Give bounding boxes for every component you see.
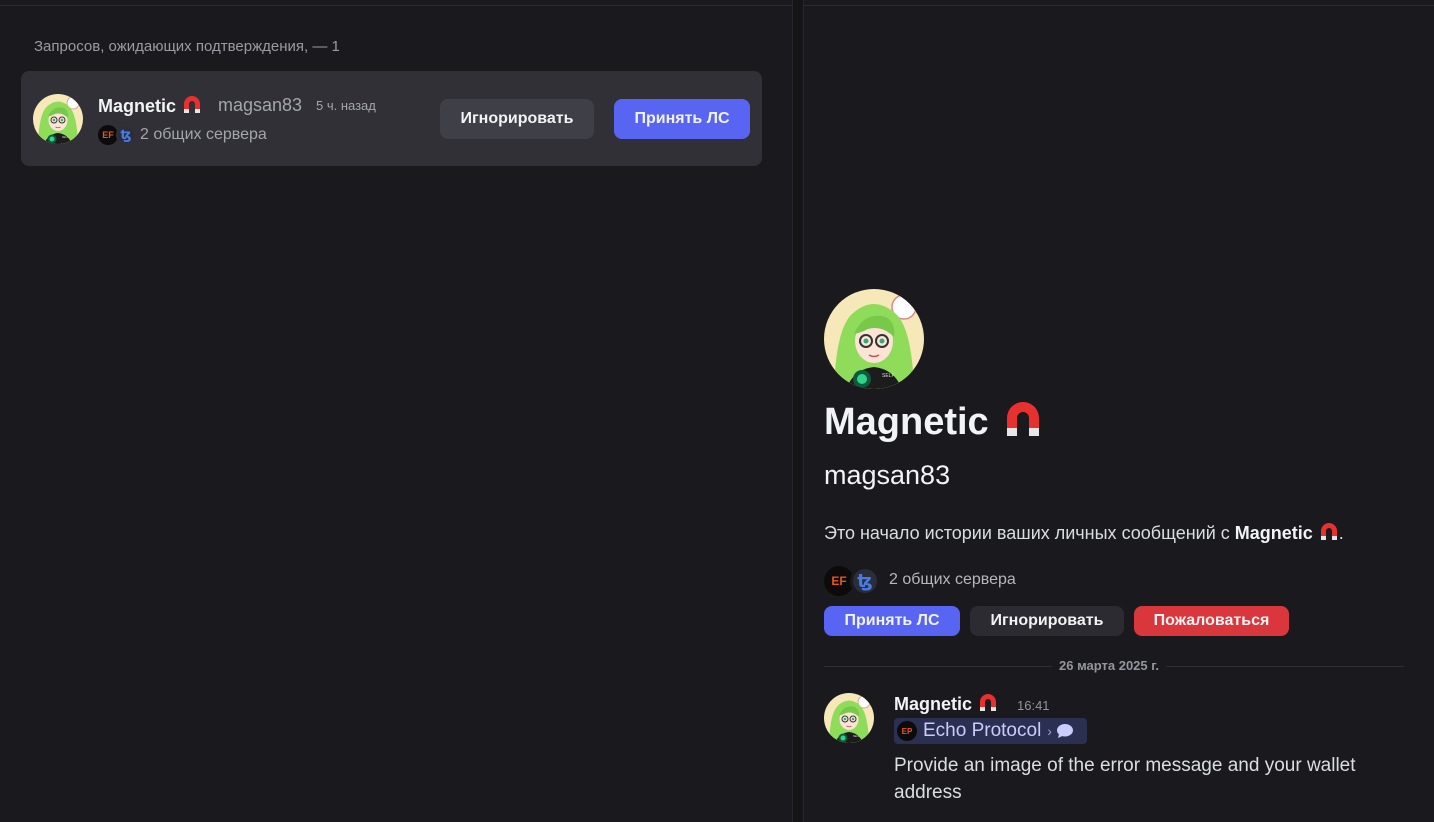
requests-section-title: Запросов, ожидающих подтверждения, — 1	[34, 38, 340, 55]
top-border-left	[0, 5, 792, 6]
panel-resize-handle[interactable]	[792, 0, 804, 822]
accept-dm-button[interactable]: Принять ЛС	[824, 606, 960, 636]
server-icon: ꜩ	[850, 566, 880, 596]
server-tag-label: Echo Protocol	[923, 720, 1042, 741]
message-content: Provide an image of the error message an…	[894, 755, 1356, 803]
mutual-servers-count: 2 общих сервера	[140, 126, 267, 143]
server-tag[interactable]: EP Echo Protocol ›	[894, 718, 1087, 744]
mutual-servers-icons: EF ꜩ	[98, 125, 136, 145]
accept-dm-button[interactable]: Принять ЛС	[614, 99, 750, 139]
mutual-servers-count[interactable]: 2 общих сервера	[889, 571, 1016, 589]
mutual-servers-icons[interactable]: EF ꜩ	[824, 566, 880, 596]
message-request-row[interactable]: Magnetic magsan83 5 ч. назад EF ꜩ 2 общи…	[21, 71, 762, 166]
ignore-button[interactable]: Игнорировать	[970, 606, 1124, 636]
chat-bubble-icon	[1056, 724, 1073, 738]
request-timestamp: 5 ч. назад	[316, 98, 376, 113]
message-timestamp: 16:41	[1017, 698, 1050, 713]
magnet-icon	[978, 693, 998, 713]
server-tag-icon: EP	[897, 721, 917, 741]
magnet-icon	[1319, 522, 1339, 542]
avatar[interactable]	[33, 94, 83, 144]
profile-display-name: Magnetic	[824, 400, 1043, 444]
dm-intro-text: Это начало истории ваших личных сообщени…	[824, 522, 1344, 543]
message-avatar[interactable]	[824, 693, 874, 743]
request-display-name: Magnetic	[98, 95, 202, 117]
server-icon: EF	[98, 125, 118, 145]
ignore-button[interactable]: Игнорировать	[440, 99, 594, 139]
report-button[interactable]: Пожаловаться	[1134, 606, 1289, 636]
top-border-right	[804, 5, 1434, 6]
profile-avatar[interactable]	[824, 289, 924, 389]
request-username: magsan83	[218, 95, 303, 115]
date-divider-label: 26 марта 2025 г.	[1052, 658, 1166, 673]
chevron-right-icon: ›	[1047, 723, 1052, 739]
magnet-icon	[182, 95, 202, 115]
profile-username: magsan83	[824, 460, 951, 490]
magnet-icon	[1003, 400, 1043, 440]
server-icon: ꜩ	[116, 125, 136, 145]
message-author[interactable]: Magnetic	[894, 693, 998, 715]
